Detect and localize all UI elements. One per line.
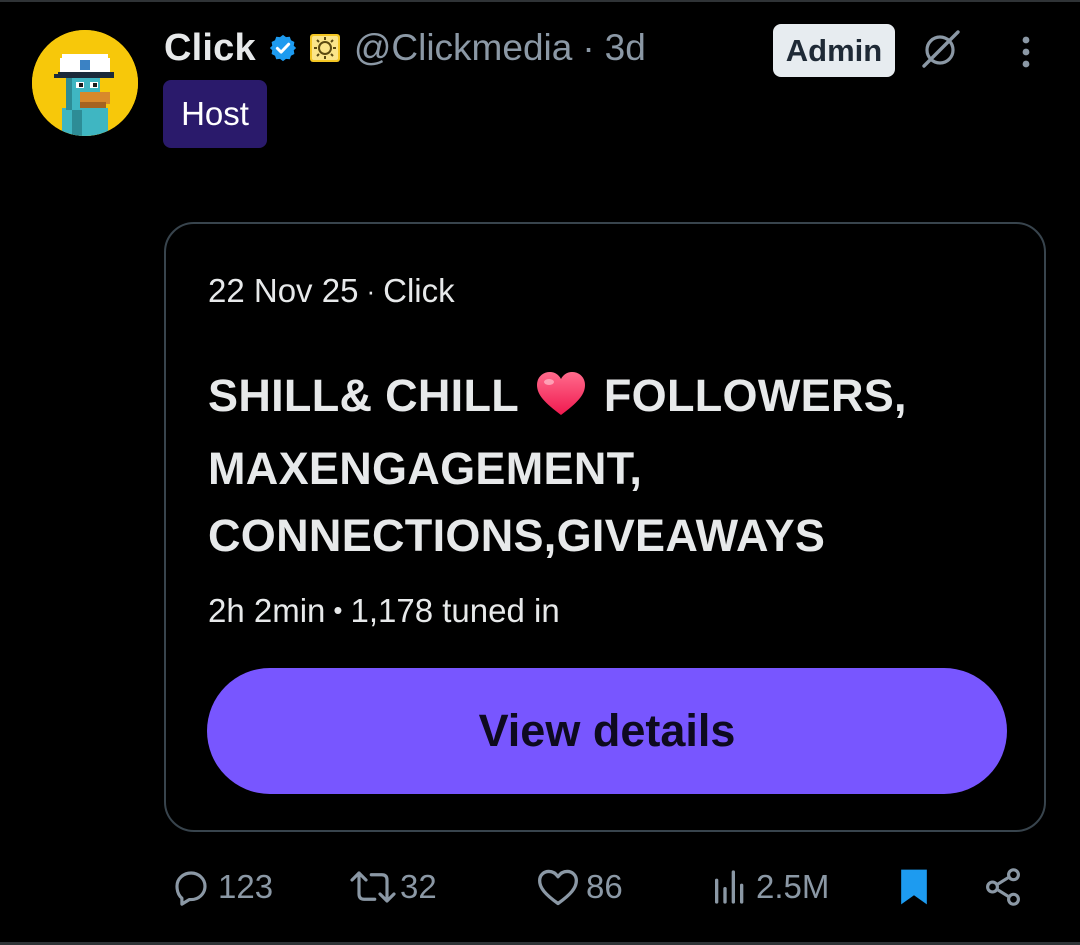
- views-chart-icon: [710, 866, 750, 908]
- space-host-name: Click: [383, 272, 455, 309]
- like-heart-icon: [536, 866, 580, 908]
- space-stats-bullet: •: [333, 595, 343, 625]
- reply-action[interactable]: 123: [170, 862, 273, 912]
- space-stats: 2h 2min • 1,178 tuned in: [208, 592, 560, 630]
- space-listeners: 1,178 tuned in: [350, 592, 560, 629]
- more-options-icon[interactable]: [1008, 30, 1044, 72]
- avatar[interactable]: [32, 30, 138, 136]
- verified-badge-icon[interactable]: [268, 33, 298, 63]
- post-timestamp[interactable]: 3d: [605, 27, 646, 69]
- view-details-button[interactable]: View details: [207, 668, 1007, 794]
- reply-count: 123: [218, 868, 274, 905]
- repost-count: 32: [400, 868, 437, 905]
- space-card[interactable]: 22 Nov 25 · Click SHILL& CHILL FOLLOWERS…: [164, 222, 1046, 832]
- space-title-part1: SHILL& CHILL: [208, 370, 519, 421]
- repost-icon: [348, 866, 398, 908]
- views-action[interactable]: 2.5M: [710, 862, 829, 912]
- admin-role-badge: Admin: [773, 24, 895, 77]
- author-display-name[interactable]: Click: [164, 27, 256, 70]
- share-icon: [982, 866, 1024, 908]
- like-action[interactable]: 86: [536, 862, 623, 912]
- bookmark-action[interactable]: [892, 862, 936, 912]
- space-meta: 22 Nov 25 · Click: [208, 272, 455, 310]
- author-handle[interactable]: @Clickmedia: [354, 27, 573, 69]
- heart-emoji-icon: [535, 368, 587, 435]
- affiliate-badge-icon[interactable]: [308, 31, 342, 65]
- post-header: Click @Clickmedia · 3d: [164, 24, 646, 72]
- top-divider: [0, 0, 1080, 2]
- reply-icon: [170, 866, 212, 908]
- like-count: 86: [586, 868, 623, 905]
- space-title: SHILL& CHILL FOLLOWERS, MAXENGAGEMENT, C…: [208, 362, 1008, 569]
- grok-slash-icon[interactable]: [916, 24, 964, 72]
- host-badge: Host: [163, 80, 267, 148]
- views-count: 2.5M: [756, 868, 830, 905]
- space-duration: 2h 2min: [208, 592, 326, 629]
- share-action[interactable]: [982, 862, 1024, 912]
- header-separator: ·: [582, 27, 595, 68]
- bookmark-icon: [892, 865, 936, 909]
- space-date: 22 Nov 25: [208, 272, 359, 309]
- space-meta-separator: ·: [366, 275, 376, 306]
- pixel-character-avatar-icon: [32, 30, 138, 136]
- repost-action[interactable]: 32: [348, 862, 437, 912]
